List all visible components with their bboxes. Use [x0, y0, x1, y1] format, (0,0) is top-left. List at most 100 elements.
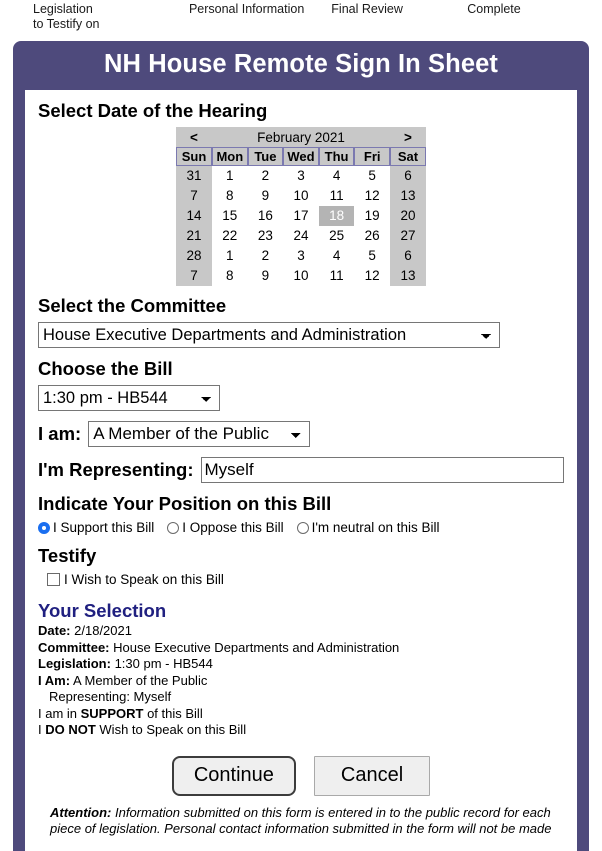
progress-steps: Legislation to Testify on Personal Infor…	[0, 0, 602, 32]
representing-input[interactable]	[200, 457, 564, 483]
summary-position-post: of this Bill	[143, 705, 203, 721]
calendar-day[interactable]: 5	[354, 166, 390, 186]
calendar-day[interactable]: 28	[176, 246, 212, 266]
calendar-day[interactable]: 27	[390, 226, 426, 246]
choose-bill-heading: Choose the Bill	[38, 358, 173, 379]
i-am-row: I am: A Member of the Public	[38, 421, 564, 447]
hearing-date-calendar[interactable]: < February 2021 > Sun Mon Tue Wed Thu Fri Sat 31 1 2…	[176, 127, 426, 286]
calendar-nav-row: < February 2021 >	[176, 127, 426, 147]
calendar-dow-sat: Sat	[390, 147, 426, 166]
radio-oppose-this-bill[interactable]: I Oppose this Bill	[167, 520, 284, 535]
calendar-day[interactable]: 10	[283, 186, 319, 206]
radio-neutral-icon[interactable]	[296, 521, 309, 534]
calendar-day[interactable]: 9	[247, 186, 284, 206]
calendar-day[interactable]: 11	[318, 186, 355, 206]
attention-label: Attention:	[50, 804, 112, 820]
calendar-day[interactable]: 4	[318, 246, 355, 266]
calendar-day-selected[interactable]: 18	[318, 206, 355, 226]
summary-speak-strong: DO NOT	[45, 722, 96, 737]
calendar-day[interactable]: 15	[212, 206, 248, 226]
bill-select[interactable]: 1:30 pm - HB544	[38, 385, 220, 411]
calendar-day[interactable]: 4	[318, 166, 355, 186]
calendar-day[interactable]: 22	[212, 226, 248, 246]
summary-committee-label: Committee:	[38, 639, 110, 655]
wish-to-speak-label: I Wish to Speak on this Bill	[64, 572, 224, 587]
summary-date-label: Date:	[38, 623, 71, 638]
calendar-day[interactable]: 19	[354, 206, 390, 226]
representing-row: I'm Representing:	[38, 457, 564, 483]
radio-support-this-bill[interactable]: I Support this Bill	[38, 520, 154, 535]
calendar-day[interactable]: 25	[318, 226, 355, 246]
calendar-day[interactable]: 16	[247, 206, 284, 226]
calendar-week-row: 14 15 16 17 18 19 20	[176, 206, 426, 226]
calendar-day[interactable]: 7	[176, 266, 212, 286]
calendar-day[interactable]: 11	[318, 266, 355, 286]
calendar-prev-month-button[interactable]: <	[176, 127, 212, 147]
calendar-day[interactable]: 24	[283, 226, 319, 246]
calendar-day[interactable]: 21	[176, 226, 212, 246]
sign-in-card: NH House Remote Sign In Sheet Select Dat…	[13, 41, 589, 851]
testify-checkbox-row[interactable]: I Wish to Speak on this Bill	[38, 572, 564, 587]
summary-representing: Representing: Myself	[49, 689, 172, 704]
calendar-day[interactable]: 20	[390, 206, 426, 226]
calendar-day[interactable]: 12	[354, 186, 390, 206]
progress-step-final-review: Final Review	[331, 2, 403, 16]
summary-i-am-value: A Member of the Public	[72, 672, 208, 688]
progress-step-legislation: Legislation to Testify on	[33, 2, 100, 31]
calendar-dow-sun: Sun	[176, 147, 212, 166]
selection-summary: Date: 2/18/2021 Committee: House Executi…	[38, 623, 564, 739]
calendar-day[interactable]: 2	[247, 166, 284, 186]
calendar-day[interactable]: 8	[212, 266, 248, 286]
calendar-day[interactable]: 8	[212, 186, 248, 206]
radio-oppose-icon[interactable]	[167, 521, 180, 534]
radio-neutral-on-this-bill[interactable]: I'm neutral on this Bill	[296, 520, 439, 535]
calendar-day[interactable]: 10	[283, 266, 319, 286]
calendar-day[interactable]: 1	[212, 166, 248, 186]
testify-heading: Testify	[38, 545, 97, 566]
calendar-dow-tue: Tue	[247, 147, 284, 166]
calendar-day[interactable]: 2	[247, 246, 284, 266]
select-date-heading: Select Date of the Hearing	[38, 100, 268, 121]
progress-step-complete: Complete	[467, 2, 521, 16]
summary-position-strong: SUPPORT	[80, 705, 144, 721]
calendar-week-row: 7 8 9 10 11 12 13	[176, 266, 426, 286]
calendar-day[interactable]: 23	[247, 226, 284, 246]
calendar-day[interactable]: 3	[283, 246, 319, 266]
calendar-day[interactable]: 12	[354, 266, 390, 286]
continue-button[interactable]: Continue	[171, 755, 296, 796]
calendar-dow-mon: Mon	[212, 147, 248, 166]
calendar-day[interactable]: 1	[212, 246, 248, 266]
summary-legislation: Legislation: 1:30 pm - HB544	[38, 656, 564, 673]
calendar-day[interactable]: 17	[283, 206, 319, 226]
calendar-next-month-button[interactable]: >	[390, 127, 426, 147]
i-am-select[interactable]: A Member of the Public	[88, 421, 311, 447]
calendar-day[interactable]: 9	[247, 266, 284, 286]
summary-committee: Committee: House Executive Departments a…	[38, 640, 564, 657]
attention-text: Information submitted on this form is en…	[50, 804, 552, 837]
committee-select[interactable]: House Executive Departments and Administ…	[38, 322, 500, 348]
attention-note: Attention: Information submitted on this…	[38, 798, 564, 838]
form-actions: Continue Cancel	[38, 755, 564, 796]
calendar-week-row: 7 8 9 10 11 12 13	[176, 186, 426, 206]
radio-support-icon[interactable]	[38, 521, 50, 534]
calendar-day[interactable]: 13	[390, 186, 426, 206]
calendar-day[interactable]: 31	[176, 166, 212, 186]
calendar-day[interactable]: 6	[390, 166, 426, 186]
cancel-button[interactable]: Cancel	[313, 755, 431, 796]
calendar-day[interactable]: 5	[354, 246, 390, 266]
calendar-day[interactable]: 6	[390, 246, 426, 266]
calendar-day[interactable]: 7	[176, 186, 212, 206]
position-radio-group: I Support this Bill I Oppose this Bill I…	[38, 520, 564, 535]
calendar-dow-fri: Fri	[354, 147, 390, 166]
your-selection-heading: Your Selection	[38, 600, 167, 621]
summary-legislation-label: Legislation:	[38, 656, 111, 671]
calendar-day[interactable]: 14	[176, 206, 212, 226]
summary-speak-post: Wish to Speak on this Bill	[95, 722, 247, 737]
calendar-day[interactable]: 13	[390, 266, 426, 286]
calendar-day[interactable]: 26	[354, 226, 390, 246]
position-heading: Indicate Your Position on this Bill	[38, 493, 332, 514]
calendar-day[interactable]: 3	[283, 166, 319, 186]
calendar-week-row: 21 22 23 24 25 26 27	[176, 226, 426, 246]
calendar-week-row: 28 1 2 3 4 5 6	[176, 246, 426, 266]
wish-to-speak-checkbox[interactable]	[47, 573, 60, 586]
